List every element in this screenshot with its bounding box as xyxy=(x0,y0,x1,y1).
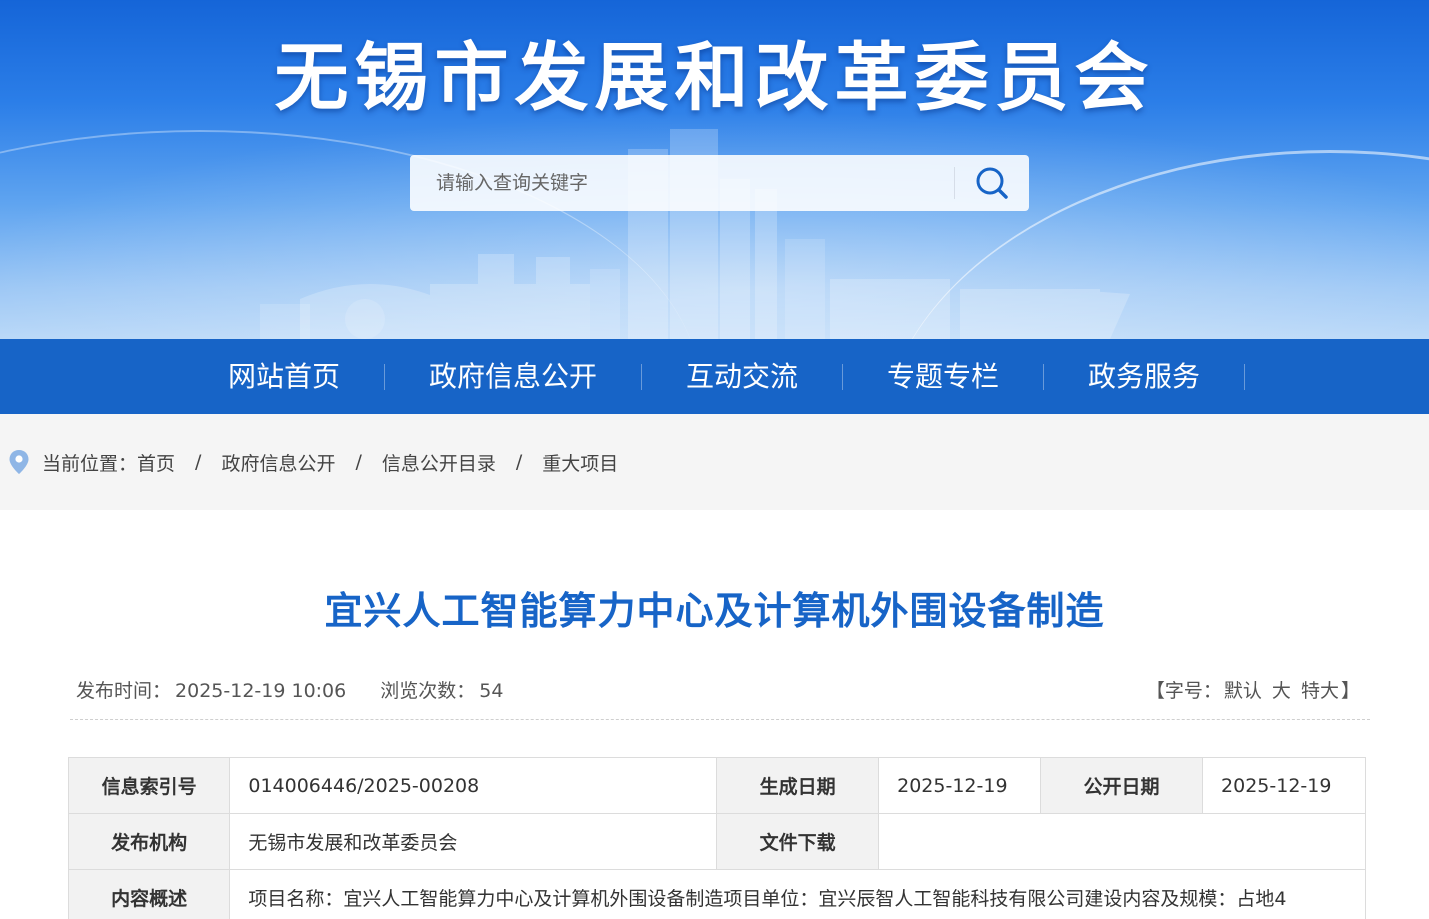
breadcrumb-info-catalog[interactable]: 信息公开目录 xyxy=(382,449,496,476)
nav-item-interaction[interactable]: 互动交流 xyxy=(642,339,842,414)
breadcrumb-prefix: 当前位置： xyxy=(42,452,138,475)
breadcrumb-separator: / xyxy=(355,451,362,473)
article-meta: 发布时间： 2025-12-19 10:06 浏览次数： 54 【字号： 默认 大 特… xyxy=(70,672,1370,720)
publish-time-label: 发布时间： xyxy=(76,680,172,702)
font-size-close: 】 xyxy=(1340,680,1360,702)
nav-item-special-topics[interactable]: 专题专栏 xyxy=(843,339,1043,414)
public-date-label: 公开日期 xyxy=(1040,757,1204,814)
created-date-value: 2025-12-19 xyxy=(878,757,1042,814)
file-download-value xyxy=(878,813,1366,870)
views-count: 54 xyxy=(479,680,504,702)
search-box xyxy=(410,155,1029,211)
font-size-xlarge[interactable]: 特大 xyxy=(1301,680,1339,702)
table-row: 发布机构 无锡市发展和改革委员会 文件下载 xyxy=(67,813,1366,870)
breadcrumb: 当前位置： 首页 / 政府信息公开 / 信息公开目录 / 重大项目 xyxy=(0,414,1429,510)
breadcrumb-major-projects[interactable]: 重大项目 xyxy=(542,449,618,476)
publish-time: 2025-12-19 10:06 xyxy=(175,680,347,702)
summary-label: 内容概述 xyxy=(67,869,231,919)
search-input[interactable] xyxy=(410,155,954,211)
breadcrumb-separator: / xyxy=(515,451,523,473)
nav-item-gov-info[interactable]: 政府信息公开 xyxy=(385,339,641,414)
city-skyline-illustration xyxy=(260,129,1130,339)
search-button[interactable] xyxy=(955,155,1029,211)
breadcrumb-home[interactable]: 首页 xyxy=(137,449,175,476)
nav-separator xyxy=(1244,363,1246,390)
location-pin-icon xyxy=(8,449,30,475)
index-label: 信息索引号 xyxy=(67,757,231,814)
info-table: 信息索引号 014006446/2025-00208 生成日期 2025-12-… xyxy=(67,757,1366,919)
table-row: 信息索引号 014006446/2025-00208 生成日期 2025-12-… xyxy=(67,757,1366,814)
font-size-default[interactable]: 默认 xyxy=(1224,680,1262,702)
font-size-switcher: 【字号： 默认 大 特大】 xyxy=(1146,676,1360,703)
search-icon xyxy=(976,167,1008,199)
breadcrumb-separator: / xyxy=(195,451,202,473)
nav-item-home[interactable]: 网站首页 xyxy=(184,339,384,414)
article-title: 宜兴人工智能算力中心及计算机外围设备制造 xyxy=(324,589,1105,633)
publisher-value: 无锡市发展和改革委员会 xyxy=(229,813,718,870)
breadcrumb-gov-info[interactable]: 政府信息公开 xyxy=(221,449,335,476)
created-date-label: 生成日期 xyxy=(716,757,880,814)
meta-left: 发布时间： 2025-12-19 10:06 浏览次数： 54 xyxy=(76,676,507,703)
main-nav: 网站首页 政府信息公开 互动交流 专题专栏 政务服务 xyxy=(0,339,1429,414)
views-label: 浏览次数： xyxy=(380,680,476,702)
file-download-label: 文件下载 xyxy=(716,813,880,870)
font-size-open: 【字号： xyxy=(1145,680,1222,702)
table-row: 内容概述 项目名称：宜兴人工智能算力中心及计算机外围设备制造项目单位：宜兴辰智人… xyxy=(67,869,1366,919)
summary-value: 项目名称：宜兴人工智能算力中心及计算机外围设备制造项目单位：宜兴辰智人工智能科技… xyxy=(229,869,1366,919)
index-value: 014006446/2025-00208 xyxy=(229,757,718,814)
header-banner: 无锡市发展和改革委员会 xyxy=(0,0,1429,339)
font-size-large[interactable]: 大 xyxy=(1272,680,1291,702)
nav-item-services[interactable]: 政务服务 xyxy=(1044,339,1244,414)
site-title: 无锡市发展和改革委员会 xyxy=(274,35,1155,121)
publisher-label: 发布机构 xyxy=(67,813,231,870)
public-date-value: 2025-12-19 xyxy=(1202,757,1366,814)
